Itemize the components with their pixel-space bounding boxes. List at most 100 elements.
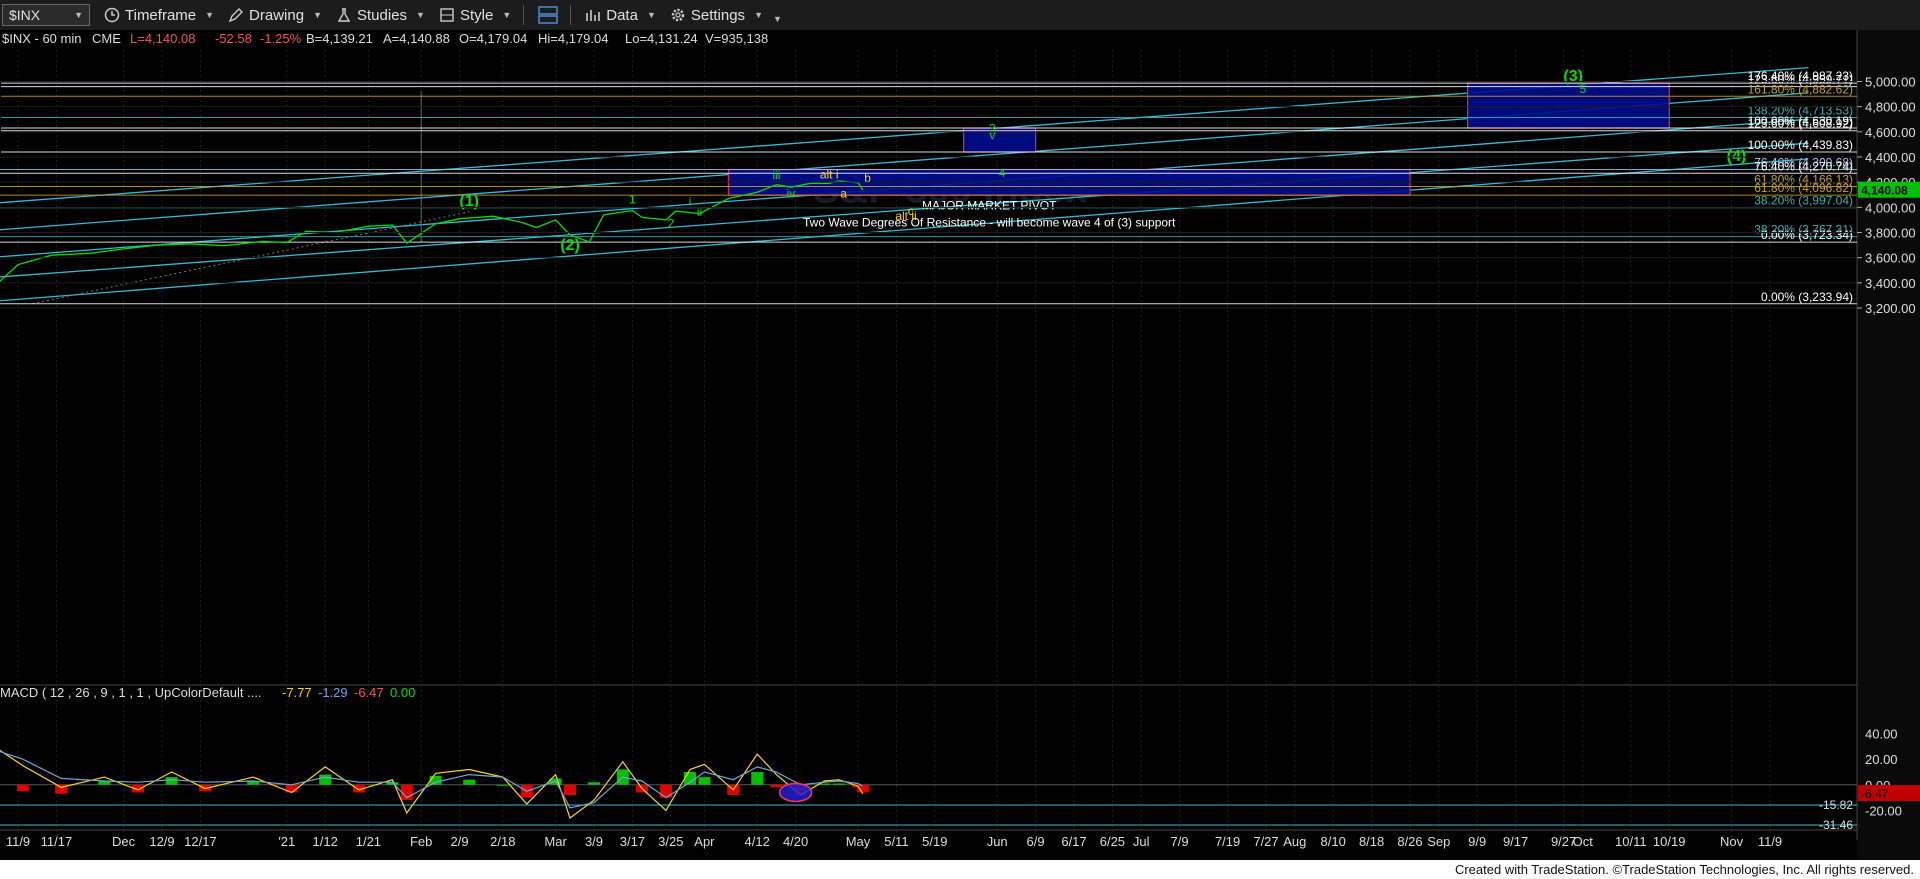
macd-level-label: -15.82 — [1819, 798, 1853, 812]
price-tick-label: 3,200.00 — [1865, 301, 1916, 316]
macd-histogram-bar — [698, 777, 711, 785]
x-tick-label: 4/20 — [783, 834, 808, 849]
bar-chart-icon — [585, 7, 601, 23]
x-tick-label: 3/25 — [658, 834, 683, 849]
wave-label: alt i — [820, 167, 839, 181]
style-label: Style — [459, 6, 494, 24]
chevron-down-icon: ▼ — [313, 10, 322, 20]
fib-level-label: 0.00% (3,723.34) — [1761, 228, 1853, 242]
x-tick-label: 4/12 — [745, 834, 770, 849]
macd-value: -1.29 — [318, 685, 348, 700]
price-tick-label: 3,400.00 — [1865, 276, 1916, 291]
header-symbol: $INX - 60 min — [2, 31, 81, 46]
x-tick-label: Feb — [410, 834, 432, 849]
header-bid: B=4,139.21 — [306, 31, 373, 46]
x-tick-label: May — [846, 834, 871, 849]
x-tick-label: 8/18 — [1359, 834, 1384, 849]
x-tick-label: Aug — [1283, 834, 1306, 849]
toolbar-divider — [570, 5, 572, 25]
style-button[interactable]: Style ▼ — [439, 7, 511, 24]
pencil-icon — [228, 7, 244, 23]
zone-subtitle: Two Wave Degrees Of Resistance - will be… — [803, 216, 1176, 230]
header-high: Hi=4,179.04 — [538, 31, 608, 46]
x-tick-label: 12/17 — [184, 834, 217, 849]
header-open: O=4,179.04 — [459, 31, 527, 46]
macd-histogram-bar — [463, 779, 476, 785]
fib-level-label: 0.00% (3,233.94) — [1761, 290, 1853, 304]
fib-level-label: 100.00% (4,439.83) — [1748, 138, 1853, 152]
studies-label: Studies — [357, 6, 408, 24]
data-button[interactable]: Data ▼ — [585, 7, 656, 24]
symbol-dropdown-arrow-icon[interactable]: ▼ — [74, 10, 83, 20]
current-price-label: 4,140.08 — [1861, 184, 1908, 198]
chevron-down-icon: ▼ — [416, 10, 425, 20]
symbol-value: $INX — [9, 7, 41, 23]
toolbar: $INX ▼ Timeframe ▼ Drawing ▼ Studies ▼ S… — [0, 0, 1920, 31]
flask-icon — [336, 7, 352, 23]
chevron-down-icon: ▼ — [502, 10, 512, 20]
x-tick-label: 5/19 — [922, 834, 947, 849]
symbol-input[interactable]: $INX ▼ — [2, 4, 90, 26]
x-tick-label: Mar — [544, 834, 567, 849]
chart-area[interactable]: S&P 500 Index MAJOR MARKET PIVOT Two Wave… — [0, 30, 1920, 860]
wave-label: iv — [786, 186, 795, 200]
macd-histogram-bar — [429, 775, 442, 785]
x-tick-label: 12/9 — [149, 834, 174, 849]
wave-label: 5 — [1579, 82, 1586, 96]
header-low: Lo=4,131.24 — [625, 31, 698, 46]
macd-histogram-bar — [832, 783, 845, 785]
footer-credit: Created with TradeStation. ©TradeStation… — [1454, 862, 1914, 877]
x-tick-label: Nov — [1720, 834, 1744, 849]
macd-histogram-bar — [588, 782, 600, 785]
chart-bg — [0, 30, 1920, 860]
price-tick-label: 3,800.00 — [1865, 226, 1916, 241]
fib-level-label: 38.20% (3,997.04) — [1754, 194, 1853, 208]
x-tick-label: 8/26 — [1397, 834, 1422, 849]
x-tick-label: 7/19 — [1215, 834, 1240, 849]
x-tick-label: Jun — [987, 834, 1008, 849]
macd-histogram-bar — [16, 784, 29, 792]
drawing-button[interactable]: Drawing ▼ — [228, 7, 322, 24]
studies-button[interactable]: Studies ▼ — [336, 7, 425, 24]
chevron-down-icon: ▼ — [205, 10, 215, 20]
chart-background-layer: S&P 500 Index — [0, 30, 1920, 860]
macd-tick-label: 20.00 — [1865, 752, 1898, 767]
layout-icon — [538, 6, 558, 24]
style-icon — [439, 7, 455, 23]
x-tick-label: 2/9 — [451, 834, 469, 849]
x-tick-label: 6/25 — [1100, 834, 1125, 849]
macd-histogram-bar — [770, 784, 783, 788]
wave-label: alt ii — [895, 209, 916, 223]
x-tick-label: 11/9 — [1758, 834, 1782, 849]
wave-label: iii — [772, 168, 780, 182]
more-arrow-icon[interactable]: ▼ — [773, 14, 782, 24]
x-tick-label: 8/10 — [1321, 834, 1346, 849]
timeframe-label: Timeframe — [125, 6, 197, 24]
x-tick-label: 6/17 — [1061, 834, 1086, 849]
layout-button[interactable] — [538, 6, 558, 24]
macd-histogram-bar — [496, 784, 509, 786]
wave-label: b — [864, 171, 871, 185]
fib-level-label: 161.80% (4,882.62) — [1748, 82, 1853, 96]
wave-label: (2) — [560, 237, 580, 254]
settings-button[interactable]: Settings ▼ — [670, 7, 763, 24]
x-tick-label: 1/12 — [313, 834, 338, 849]
x-tick-label: 11/17 — [41, 834, 73, 849]
macd-value: 0.00 — [390, 685, 415, 700]
macd-histogram-bar — [564, 784, 576, 796]
clock-icon — [104, 7, 120, 23]
x-tick-label: 9/17 — [1503, 834, 1528, 849]
settings-label: Settings — [690, 6, 746, 24]
toolbar-divider — [523, 5, 525, 25]
x-tick-label: Oct — [1573, 834, 1594, 849]
price-tick-label: 4,800.00 — [1865, 100, 1916, 115]
zone-title: MAJOR MARKET PIVOT — [922, 199, 1057, 213]
x-tick-label: 5/11 — [884, 834, 908, 849]
x-tick-label: 2/18 — [490, 834, 515, 849]
header-last: L=4,140.08 — [130, 31, 195, 46]
timeframe-button[interactable]: Timeframe ▼ — [104, 7, 214, 24]
wave-label: 4 — [999, 166, 1006, 180]
wave-label: v — [989, 128, 995, 142]
x-tick-label: 10/19 — [1653, 834, 1686, 849]
x-tick-label: 7/27 — [1253, 834, 1278, 849]
